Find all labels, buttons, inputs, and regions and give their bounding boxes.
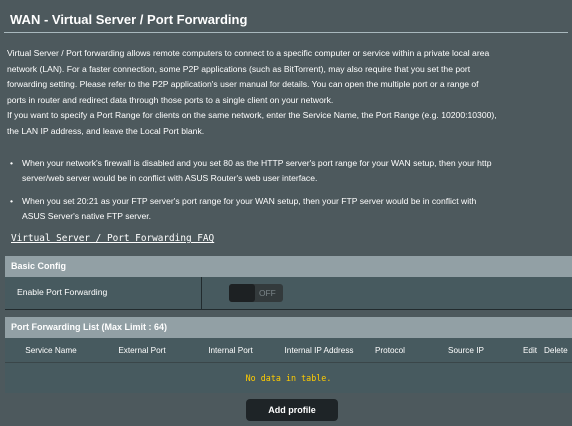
note-text: ASUS Server's native FTP server. (22, 211, 151, 221)
description: Virtual Server / Port forwarding allows … (7, 46, 572, 139)
basic-config-header: Basic Config (5, 256, 572, 277)
column-header-internal-port: Internal Port (208, 346, 253, 355)
note-text: server/web server would be in conflict w… (22, 173, 318, 183)
toggle-state-label: OFF (259, 288, 276, 298)
table-header-row: Service Name External Port Internal Port… (5, 338, 572, 363)
row-divider (201, 277, 202, 309)
faq-link[interactable]: Virtual Server / Port Forwarding FAQ (11, 233, 214, 244)
column-header-edit: Edit (522, 346, 538, 355)
title-divider (4, 32, 568, 33)
description-line: ports in router and redirect data throug… (7, 94, 334, 105)
column-header-service-name: Service Name (25, 346, 77, 355)
description-line: If you want to specify a Port Range for … (7, 110, 497, 120)
port-forwarding-page: WAN - Virtual Server / Port Forwarding V… (0, 0, 572, 426)
note-item: • When you set 20:21 as your FTP server'… (10, 194, 570, 224)
add-profile-button[interactable]: Add profile (246, 399, 338, 421)
description-line: the LAN IP address, and leave the Local … (7, 125, 205, 136)
note-text: When your network's firewall is disabled… (22, 158, 492, 168)
column-header-internal-ip: Internal IP Address (284, 346, 354, 355)
column-header-source-ip: Source IP (448, 346, 484, 355)
empty-table-message: No data in table. (245, 373, 332, 383)
enable-port-forwarding-label: Enable Port Forwarding (17, 287, 108, 297)
column-header-delete: Delete (544, 346, 568, 355)
port-forwarding-table-body: No data in table. (5, 363, 572, 393)
note-text: When you set 20:21 as your FTP server's … (22, 196, 477, 206)
enable-port-forwarding-toggle[interactable]: OFF (229, 284, 283, 302)
bullet-icon: • (10, 196, 14, 206)
enable-port-forwarding-row: Enable Port Forwarding OFF (5, 277, 572, 310)
bullet-icon: • (10, 158, 14, 168)
note-list: • When your network's firewall is disabl… (10, 156, 570, 232)
column-header-protocol: Protocol (374, 346, 406, 355)
note-item: • When your network's firewall is disabl… (10, 156, 570, 186)
toggle-knob (229, 284, 255, 302)
page-title: WAN - Virtual Server / Port Forwarding (10, 12, 248, 27)
description-line: Virtual Server / Port forwarding allows … (7, 48, 490, 58)
column-header-external-port: External Port (118, 346, 166, 355)
description-line: forwarding setting. Please refer to the … (7, 79, 479, 89)
description-line: network (LAN). For a faster connection, … (7, 63, 471, 74)
port-forwarding-list-header: Port Forwarding List (Max Limit : 64) (5, 317, 572, 338)
